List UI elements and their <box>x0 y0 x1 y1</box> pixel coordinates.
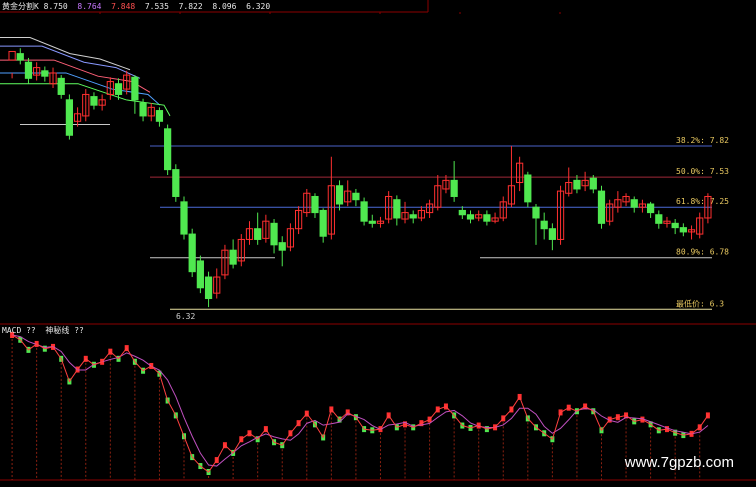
candle-body <box>368 220 376 224</box>
header-value-2: 8.764 <box>77 2 102 11</box>
candle-body <box>254 228 262 240</box>
candle-body <box>360 201 368 222</box>
watermark: www.7gpzb.com <box>624 454 734 471</box>
fib-level-label: 最低价: 6.3 <box>676 298 724 308</box>
candle-body <box>409 214 417 219</box>
header-value-7: 6.320 <box>246 2 271 11</box>
candle-body <box>16 53 24 61</box>
candle-body <box>270 222 278 246</box>
fib-level-label: 50.0%: 7.53 <box>676 167 729 176</box>
candle-body <box>196 260 204 289</box>
candle-body <box>646 203 655 214</box>
indicator-value-1: ?? <box>26 326 36 335</box>
candle-body <box>630 199 638 208</box>
candle-body <box>458 209 466 216</box>
candle-body <box>41 70 49 77</box>
candle-body <box>319 209 327 237</box>
indicator-title: MACD <box>2 326 22 335</box>
candle-body <box>278 242 286 251</box>
candle-body <box>393 199 401 219</box>
candle-body <box>188 233 196 273</box>
indicator-value-2: ?? <box>74 326 84 335</box>
candle-body <box>164 128 172 171</box>
candle-body <box>204 276 213 300</box>
indicator-label: 神秘线 <box>45 326 70 335</box>
indicator-signal-line <box>11 334 709 467</box>
candle-body <box>597 190 606 224</box>
low-marker-label: 6.32 <box>176 312 195 321</box>
header-value-4: 7.535 <box>144 2 169 11</box>
candle-body <box>229 249 237 265</box>
candle-body <box>65 99 74 136</box>
indicator-main-line <box>11 334 709 473</box>
header-value-6: 8.096 <box>212 2 237 11</box>
header-bar: 黄金分割K 8.750, 8.764, 7.848, 7.535, 7.822,… <box>2 2 271 11</box>
candle-body <box>679 227 687 233</box>
candle-body <box>24 61 33 79</box>
candle-body <box>589 177 597 190</box>
candle-body <box>483 214 491 222</box>
trend-step-line <box>0 45 141 79</box>
candle-body <box>450 179 458 197</box>
candle-body <box>335 185 344 205</box>
candle-body <box>57 77 65 95</box>
candle-body <box>155 110 164 122</box>
header-title: 黄金分割K <box>2 2 39 11</box>
candle-body <box>139 102 147 117</box>
candle-body <box>114 83 123 95</box>
candle-body <box>8 50 16 61</box>
header-value-1: 8.750 <box>43 2 68 11</box>
stock-chart: 38.2%: 7.82 50.0%: 7.53 61.8%: 7.25 80.9%: … <box>0 0 756 481</box>
fib-level-label: 61.8%: 7.25 <box>676 197 729 206</box>
candle-body <box>172 169 180 197</box>
fib-level-label: 80.9%: 6.78 <box>676 248 729 257</box>
fib-level-label: 38.2%: 7.82 <box>676 136 729 145</box>
candle-body <box>573 179 581 190</box>
candle-body <box>671 222 679 229</box>
candle-body <box>352 192 360 201</box>
indicator-header: MACD ??, 神秘线 ?? <box>2 326 84 335</box>
candle-body <box>532 206 540 219</box>
header-value-3: 7.848 <box>111 2 136 11</box>
candle-body <box>311 195 319 214</box>
candle-body <box>180 201 188 235</box>
candle-body <box>90 96 98 106</box>
candle-body <box>524 174 532 203</box>
candle-body <box>540 220 548 230</box>
header-value-5: 7.822 <box>178 2 203 11</box>
candle-body <box>655 214 663 224</box>
candle-body <box>548 228 556 240</box>
candle-body <box>131 76 139 101</box>
candle-body <box>466 214 475 220</box>
